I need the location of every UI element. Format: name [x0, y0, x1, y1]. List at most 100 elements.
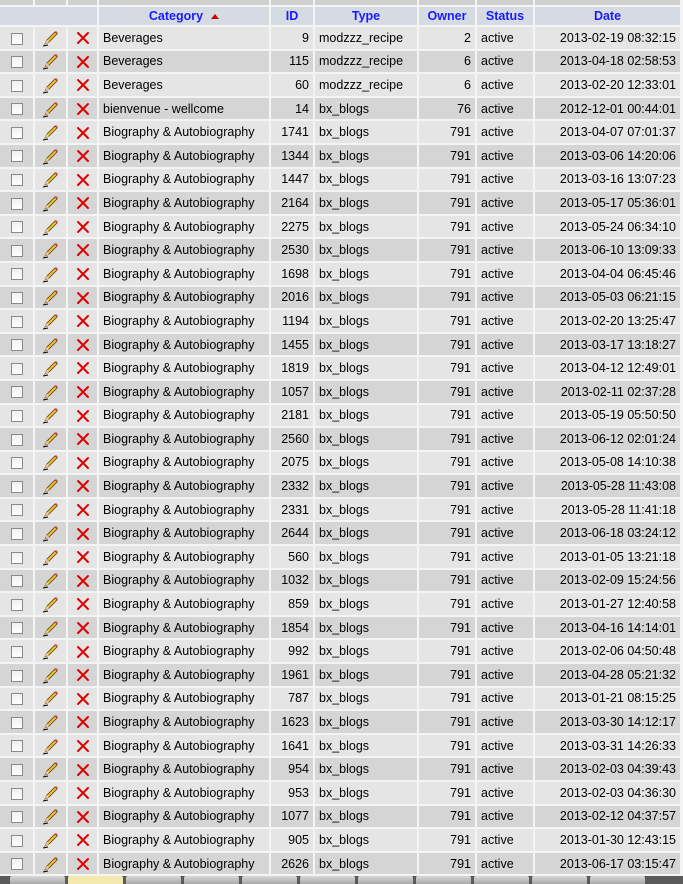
edit-button[interactable]	[35, 144, 66, 167]
pencil-icon[interactable]	[42, 809, 60, 825]
pencil-icon[interactable]	[42, 360, 60, 377]
delete-button[interactable]	[68, 239, 97, 261]
edit-button[interactable]	[35, 74, 66, 96]
row-checkbox[interactable]	[10, 504, 23, 517]
pencil-icon[interactable]	[42, 54, 60, 70]
row-select-cell[interactable]	[0, 357, 33, 379]
row-checkbox[interactable]	[10, 527, 23, 540]
row-select-cell[interactable]	[0, 50, 33, 73]
row-checkbox[interactable]	[10, 197, 23, 210]
taskbar-button[interactable]	[10, 876, 65, 884]
edit-button[interactable]	[35, 27, 66, 49]
delete-button[interactable]	[68, 546, 97, 568]
row-select-cell[interactable]	[0, 451, 33, 474]
pencil-icon[interactable]	[42, 832, 60, 849]
row-checkbox[interactable]	[10, 811, 23, 824]
edit-button[interactable]	[35, 192, 66, 214]
delete-button[interactable]	[68, 569, 97, 592]
delete-x-icon[interactable]	[76, 290, 90, 304]
edit-button[interactable]	[35, 97, 66, 120]
edit-button[interactable]	[35, 711, 66, 733]
taskbar-button[interactable]	[590, 876, 645, 884]
edit-button[interactable]	[35, 215, 66, 238]
delete-x-icon[interactable]	[76, 196, 90, 210]
delete-button[interactable]	[68, 805, 97, 828]
delete-x-icon[interactable]	[76, 78, 90, 92]
delete-button[interactable]	[68, 734, 97, 757]
row-checkbox[interactable]	[10, 292, 23, 305]
edit-button[interactable]	[35, 522, 66, 545]
row-checkbox[interactable]	[10, 480, 23, 493]
pencil-icon[interactable]	[42, 478, 60, 495]
delete-x-icon[interactable]	[76, 691, 90, 705]
delete-button[interactable]	[68, 192, 97, 214]
edit-button[interactable]	[35, 758, 66, 780]
row-select-cell[interactable]	[0, 758, 33, 780]
edit-button[interactable]	[35, 262, 66, 285]
row-select-cell[interactable]	[0, 569, 33, 592]
row-select-cell[interactable]	[0, 239, 33, 261]
edit-button[interactable]	[35, 357, 66, 379]
row-checkbox[interactable]	[10, 386, 23, 399]
delete-button[interactable]	[68, 616, 97, 639]
delete-button[interactable]	[68, 121, 97, 143]
delete-button[interactable]	[68, 687, 97, 710]
row-select-cell[interactable]	[0, 262, 33, 285]
row-checkbox[interactable]	[10, 103, 23, 116]
edit-button[interactable]	[35, 640, 66, 663]
pencil-icon[interactable]	[42, 384, 60, 401]
row-select-cell[interactable]	[0, 192, 33, 214]
edit-button[interactable]	[35, 239, 66, 261]
row-select-cell[interactable]	[0, 310, 33, 332]
edit-button[interactable]	[35, 286, 66, 309]
delete-button[interactable]	[68, 782, 97, 804]
pencil-icon[interactable]	[42, 266, 60, 283]
edit-button[interactable]	[35, 546, 66, 568]
delete-button[interactable]	[68, 522, 97, 545]
delete-x-icon[interactable]	[76, 432, 90, 446]
taskbar-button[interactable]	[68, 876, 123, 884]
delete-button[interactable]	[68, 215, 97, 238]
delete-x-icon[interactable]	[76, 266, 90, 281]
row-select-cell[interactable]	[0, 121, 33, 143]
pencil-icon[interactable]	[42, 101, 60, 118]
delete-button[interactable]	[68, 711, 97, 733]
row-checkbox[interactable]	[10, 339, 23, 352]
delete-x-icon[interactable]	[76, 597, 90, 611]
row-select-cell[interactable]	[0, 286, 33, 309]
row-checkbox[interactable]	[10, 598, 23, 611]
row-select-cell[interactable]	[0, 805, 33, 828]
delete-x-icon[interactable]	[76, 526, 90, 540]
pencil-icon[interactable]	[42, 124, 60, 141]
row-select-cell[interactable]	[0, 829, 33, 851]
row-select-cell[interactable]	[0, 74, 33, 96]
delete-button[interactable]	[68, 829, 97, 851]
row-select-cell[interactable]	[0, 616, 33, 639]
row-checkbox[interactable]	[10, 669, 23, 682]
delete-x-icon[interactable]	[76, 762, 90, 776]
row-checkbox[interactable]	[10, 56, 23, 69]
pencil-icon[interactable]	[42, 526, 60, 542]
row-select-cell[interactable]	[0, 546, 33, 568]
row-checkbox[interactable]	[10, 150, 23, 163]
delete-button[interactable]	[68, 286, 97, 309]
delete-button[interactable]	[68, 50, 97, 73]
delete-x-icon[interactable]	[76, 715, 90, 729]
delete-x-icon[interactable]	[76, 455, 90, 469]
taskbar-button[interactable]	[358, 876, 413, 884]
delete-button[interactable]	[68, 262, 97, 285]
pencil-icon[interactable]	[42, 762, 60, 778]
row-checkbox[interactable]	[10, 268, 23, 281]
edit-button[interactable]	[35, 734, 66, 757]
row-checkbox[interactable]	[10, 174, 23, 187]
delete-button[interactable]	[68, 380, 97, 403]
edit-button[interactable]	[35, 380, 66, 403]
delete-x-icon[interactable]	[76, 314, 90, 328]
row-select-cell[interactable]	[0, 852, 33, 875]
pencil-icon[interactable]	[42, 148, 60, 165]
sort-ascending-icon[interactable]	[211, 14, 220, 19]
row-checkbox[interactable]	[10, 32, 23, 45]
row-select-cell[interactable]	[0, 97, 33, 120]
row-select-cell[interactable]	[0, 664, 33, 686]
delete-button[interactable]	[68, 357, 97, 379]
